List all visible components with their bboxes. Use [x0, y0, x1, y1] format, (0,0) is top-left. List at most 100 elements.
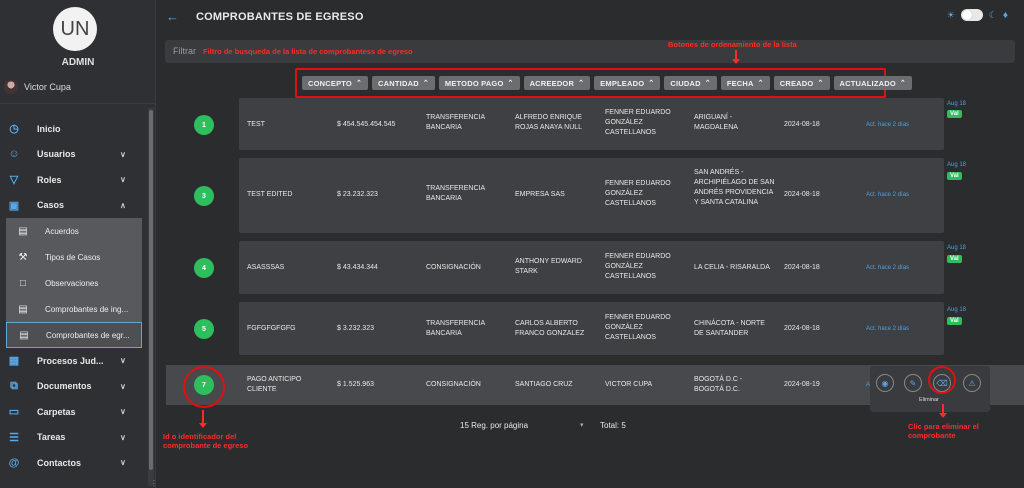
sidebar-subitem-comprobantes-ingreso[interactable]: ▤ Comprobantes de ing...: [6, 296, 142, 322]
sort-concepto-button[interactable]: CONCEPTO ⌃: [302, 76, 369, 90]
sidebar-item-label: Roles: [37, 174, 62, 185]
clock-icon: ◷: [9, 123, 19, 136]
row-cantidad: $ 3.232.323: [337, 325, 374, 332]
sidebar-subitem-tipos-de-casos[interactable]: ⚒ Tipos de Casos: [6, 244, 142, 270]
chevron-down-icon: ∨: [120, 175, 126, 185]
row-concepto: TEST EDITED: [247, 191, 293, 198]
row-acreedor: CARLOS ALBERTO FRANCO GONZALEZ: [515, 320, 585, 337]
sort-actualizado-button[interactable]: ACTUALIZADO ⌃: [833, 76, 912, 90]
row-metodo: TRANSFERENCIA BANCARIA: [426, 114, 485, 131]
sidebar-subitem-acuerdos[interactable]: ▤ Acuerdos: [6, 218, 142, 244]
sun-icon: ☀: [946, 9, 955, 20]
row-cantidad: $ 43.434.344: [337, 264, 378, 271]
receipt-icon: ▤: [19, 329, 29, 341]
sidebar-item-tareas[interactable]: ☰ Tareas ∨: [0, 425, 148, 451]
back-arrow-icon[interactable]: ←: [166, 9, 179, 24]
chevron-down-icon[interactable]: ▾: [580, 421, 584, 429]
sidebar-subitem-observaciones[interactable]: □ Observaciones: [6, 270, 142, 296]
sidebar-item-usuarios[interactable]: ☺ Usuarios ∨: [0, 142, 148, 168]
chevron-up-icon: ⌃: [355, 80, 363, 87]
theme-toggle[interactable]: [960, 9, 983, 21]
sidebar-nav: ◷ Inicio ☺ Usuarios ∨ ▽ Roles ∨ ▣ Casos …: [0, 116, 148, 218]
row-updated: Act. hace 2 días: [866, 192, 910, 198]
row-empleado: FENNER EDUARDO GONZÁLEZ CASTELLANOS: [605, 180, 671, 207]
table-row[interactable]: ASASSSAS $ 43.434.344 CONSIGNACIÓN ANTHO…: [239, 241, 944, 294]
row-ciudad: ARIGUANÍ - MAGDALENA: [694, 114, 738, 131]
annotation-arrow: [199, 410, 207, 428]
sort-cantidad-button[interactable]: CANTIDAD ⌃: [372, 76, 435, 90]
chevron-up-icon: ⌃: [817, 80, 824, 87]
row-empleado: FENNER EDUARDO GONZÁLEZ CASTELLANOS: [605, 109, 671, 136]
sort-ciudad-button[interactable]: CIUDAD ⌃: [664, 76, 717, 90]
sort-acreedor-button[interactable]: ACREEDOR ⌃: [523, 76, 591, 90]
row-concepto: TEST: [247, 121, 265, 128]
documents-icon: ⧉: [10, 379, 18, 392]
sort-label: CONCEPTO: [308, 78, 352, 88]
sort-metodo-pago-button[interactable]: METODO PAGO ⌃: [438, 76, 520, 90]
table-row[interactable]: PAGO ANTICIPO CLIENTE $ 1.525.963 CONSIG…: [239, 365, 944, 405]
sidebar-item-roles[interactable]: ▽ Roles ∨: [0, 167, 148, 193]
chevron-up-icon: ⌃: [507, 80, 514, 87]
sidebar-item-casos[interactable]: ▣ Casos ∧: [0, 193, 148, 219]
table-row[interactable]: FGFGFGFGFG $ 3.232.323 TRANSFERENCIA BAN…: [239, 302, 944, 355]
sidebar-subitem-comprobantes-egreso[interactable]: ▤ Comprobantes de egr...: [6, 322, 142, 348]
bell-icon[interactable]: ♦: [1003, 10, 1008, 21]
view-button[interactable]: ◉: [876, 374, 894, 392]
sort-label: CIUDAD: [670, 78, 701, 88]
table-row[interactable]: TEST EDITED $ 23.232.323 TRANSFERENCIA B…: [239, 158, 944, 233]
user-info[interactable]: Victor Cupa: [4, 80, 71, 94]
sort-empleado-button[interactable]: EMPLEADO ⌃: [594, 76, 661, 90]
sidebar-item-label: Casos: [37, 200, 65, 211]
row-id-badge: 4: [194, 258, 214, 278]
edit-button[interactable]: ✎: [904, 374, 922, 392]
total-count: Total: 5: [600, 421, 626, 430]
row-fecha: 2024-08-18: [784, 325, 820, 332]
annotation-id: Id o identificador del comprobante de eg…: [163, 432, 248, 450]
annotation-delete-ring: [928, 366, 956, 394]
building-icon: ▦: [8, 355, 20, 368]
wrench-icon: ⚒: [18, 251, 28, 263]
avatar[interactable]: UN: [53, 7, 97, 51]
row-id-badge: 3: [194, 186, 214, 206]
money-icon: ▤: [18, 225, 28, 237]
table-row[interactable]: TEST $ 454.545.454.545 TRANSFERENCIA BAN…: [239, 98, 944, 150]
sort-label: ACTUALIZADO: [839, 78, 896, 88]
user-name: Victor Cupa: [24, 82, 71, 92]
comment-icon: □: [19, 277, 27, 289]
delete-tooltip: Eliminar: [919, 397, 939, 403]
sort-fecha-button[interactable]: FECHA ⌃: [720, 76, 770, 90]
annotation-delete-line1: Clic para eliminar el: [908, 422, 979, 431]
sidebar-item-contactos[interactable]: @ Contactos ∨: [0, 450, 148, 476]
sort-creado-button[interactable]: CREADO ⌃: [773, 76, 830, 90]
row-ciudad: BOGOTÁ D.C - BOGOTÁ D.C.: [694, 376, 743, 393]
sidebar-item-label: Procesos Jud...: [37, 355, 104, 366]
list-icon: ☰: [9, 431, 19, 444]
row-fecha: 2024-08-18: [784, 264, 820, 271]
sidebar-item-label: Carpetas: [37, 406, 76, 417]
user-icon: ☺: [8, 148, 20, 161]
sidebar-item-label: Inicio: [37, 123, 61, 134]
row-acreedor: EMPRESA SAS: [515, 191, 565, 198]
chevron-down-icon: ∨: [120, 407, 126, 417]
row-acreedor: ANTHONY EDWARD STARK: [515, 258, 582, 275]
row-fecha: 2024-08-18: [784, 121, 820, 128]
sidebar-item-documentos[interactable]: ⧉ Documentos ∨: [0, 374, 148, 400]
sidebar-item-label: Usuarios: [37, 149, 76, 160]
filter-label: Filtrar: [173, 46, 196, 56]
annotation-arrow: [732, 50, 740, 64]
sidebar-item-label: Documentos: [37, 381, 92, 392]
theme-controls: ☀ ☾ ♦: [947, 9, 1008, 21]
row-concepto: FGFGFGFGFG: [247, 325, 296, 332]
row-side-date: Aug 18: [947, 307, 967, 313]
sidebar-item-inicio[interactable]: ◷ Inicio: [0, 116, 148, 142]
annotation-id-line2: comprobante de egreso: [163, 441, 249, 450]
annotation-delete-line2: comprobante: [908, 431, 956, 440]
resize-handle[interactable]: ⋮: [150, 479, 158, 488]
warning-button[interactable]: ⚠: [963, 374, 981, 392]
sidebar-item-procesos[interactable]: ▦ Procesos Jud... ∨: [0, 348, 148, 374]
row-cantidad: $ 1.525.963: [337, 381, 374, 388]
sidebar-scroll-thumb[interactable]: [149, 110, 153, 470]
sidebar-item-carpetas[interactable]: ▭ Carpetas ∨: [0, 399, 148, 425]
per-page-select[interactable]: 15 Reg. por página: [460, 421, 528, 430]
sort-label: CREADO: [779, 78, 814, 88]
